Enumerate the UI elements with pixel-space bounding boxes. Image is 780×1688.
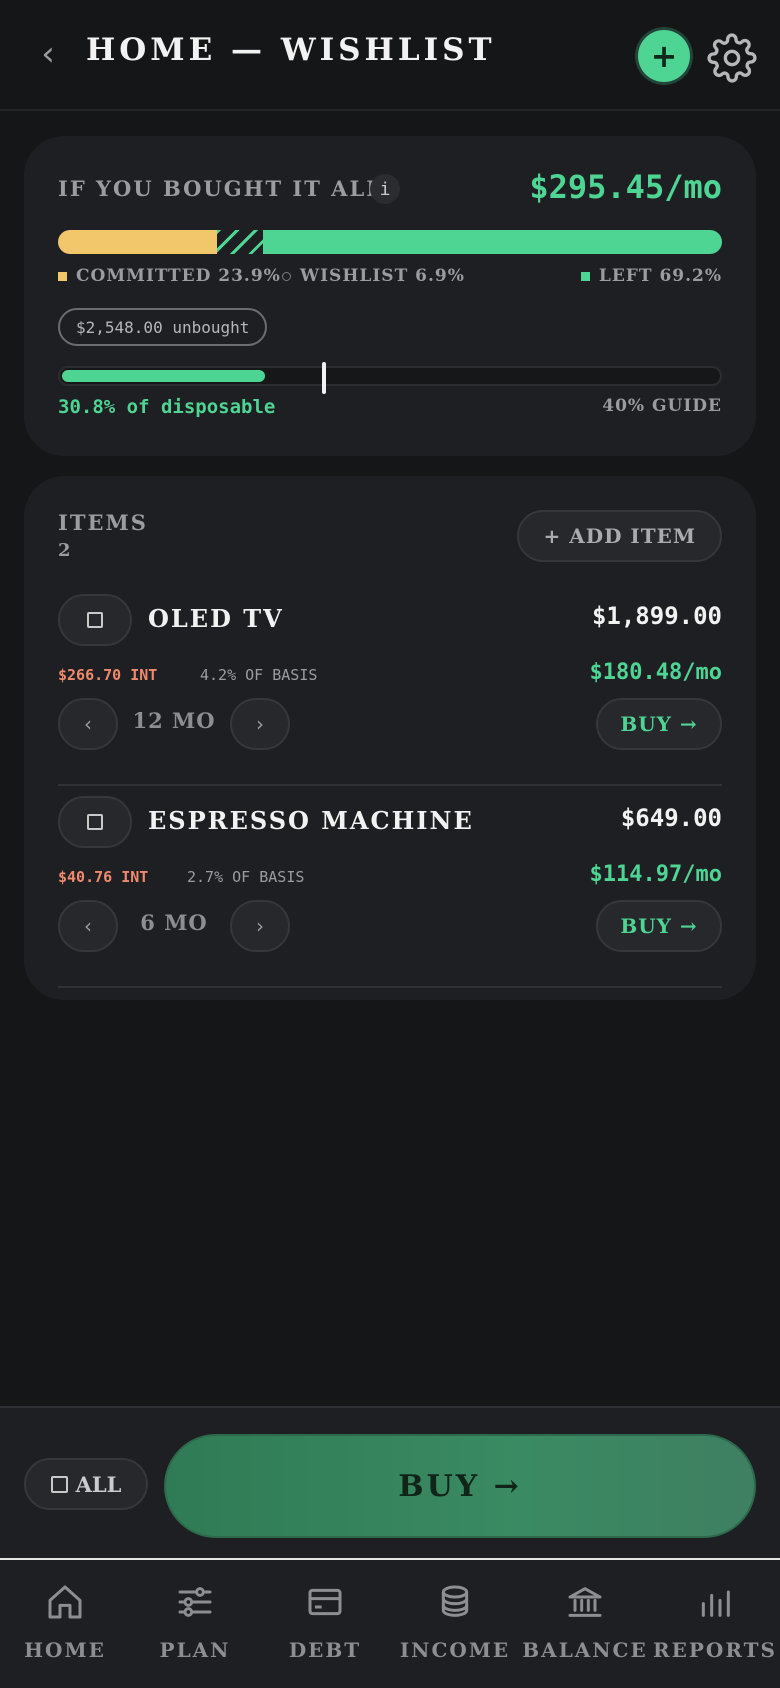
item-price: $1,899.00 [591, 602, 722, 630]
item-price: $649.00 [620, 804, 722, 832]
page-title: HOME — WISHLIST [86, 32, 496, 68]
checkbox-icon [50, 1475, 68, 1493]
tab-reports[interactable]: REPORTS [650, 1560, 780, 1688]
legend-committed-label: COMMITTED 23.9% [76, 266, 281, 286]
card-icon [308, 1588, 342, 1616]
sliders-icon [178, 1587, 212, 1617]
legend-wishlist: WISHLIST 6.9% [282, 266, 465, 286]
select-all-button[interactable]: ALL [24, 1458, 148, 1510]
items-card: ITEMS 2 + ADD ITEM OLED TV $1,899.00 $26… [24, 476, 756, 1000]
tab-home[interactable]: HOME [0, 1560, 130, 1688]
term-increase-button[interactable]: › [230, 698, 290, 750]
item-interest: $266.70 INT [58, 666, 158, 684]
item-term: 12 MO [132, 708, 216, 733]
disposable-percent: 30.8% of disposable [58, 396, 276, 418]
tab-label: HOME [24, 1638, 106, 1662]
bulk-action-bar: ALL BUY → [0, 1406, 780, 1560]
plus-icon: + [650, 37, 678, 75]
item-monthly: $114.97/mo [589, 862, 722, 887]
left-segment [262, 230, 722, 254]
tab-label: INCOME [399, 1638, 511, 1662]
summary-label: IF YOU BOUGHT IT ALL [58, 176, 383, 201]
committed-segment [58, 230, 217, 254]
budget-breakdown-bar [58, 230, 722, 254]
buy-item-button[interactable]: BUY → [596, 900, 722, 952]
chevron-left-icon: ‹ [84, 712, 92, 736]
wishlist-swatch [282, 271, 291, 281]
summary-card: IF YOU BOUGHT IT ALL i $295.45/mo COMMIT… [24, 136, 756, 456]
left-swatch [580, 271, 590, 281]
monthly-total: $295.45/mo [529, 168, 722, 206]
bar-chart-icon [701, 1590, 730, 1617]
item-name: OLED TV [148, 604, 284, 633]
home-icon [48, 1585, 82, 1619]
legend-committed: COMMITTED 23.9% [58, 266, 281, 286]
gear-icon [707, 33, 757, 83]
add-item-button[interactable]: + ADD ITEM [517, 510, 722, 562]
chevron-right-icon: › [256, 914, 264, 938]
item-basis: 4.2% OF BASIS [200, 666, 318, 684]
item-basis: 2.7% OF BASIS [187, 868, 305, 886]
bank-icon [568, 1587, 602, 1617]
tab-balance[interactable]: BALANCE [520, 1560, 650, 1688]
guide-marker [322, 362, 326, 394]
term-decrease-button[interactable]: ‹ [58, 698, 118, 750]
settings-button[interactable] [704, 30, 760, 86]
committed-swatch [58, 271, 67, 281]
bottom-tab-bar: HOME PLAN DEBT INCOME BALANCE REPORTS [0, 1560, 780, 1688]
tab-debt[interactable]: DEBT [260, 1560, 390, 1688]
chevron-left-icon: ‹ [84, 914, 92, 938]
item-interest: $40.76 INT [58, 868, 149, 886]
coins-icon [441, 1585, 469, 1617]
item-monthly: $180.48/mo [589, 660, 722, 685]
disposable-progress-track [58, 362, 722, 394]
info-icon[interactable]: i [370, 174, 400, 204]
app-header: ‹ HOME — WISHLIST + [0, 0, 780, 111]
legend-wishlist-label: WISHLIST 6.9% [300, 266, 465, 286]
tab-income[interactable]: INCOME [390, 1560, 520, 1688]
items-count: 2 [58, 540, 71, 561]
item-term: 6 MO [140, 910, 208, 935]
select-all-label: ALL [75, 1471, 122, 1497]
chevron-right-icon: › [256, 712, 264, 736]
tab-label: BALANCE [522, 1638, 648, 1662]
tab-label: REPORTS [653, 1638, 777, 1662]
checkbox-icon [87, 612, 103, 628]
legend-left: LEFT 69.2% [580, 266, 722, 286]
items-heading: ITEMS [58, 510, 148, 535]
legend-left-label: LEFT 69.2% [598, 266, 722, 286]
list-item: OLED TV $1,899.00 $266.70 INT 4.2% OF BA… [58, 594, 722, 786]
tab-plan[interactable]: PLAN [130, 1560, 260, 1688]
checkbox-icon [87, 814, 103, 830]
term-increase-button[interactable]: › [230, 900, 290, 952]
chevron-left-icon: ‹ [41, 34, 55, 74]
item-select-checkbox[interactable] [58, 594, 132, 646]
guide-label: 40% GUIDE [602, 396, 722, 416]
term-decrease-button[interactable]: ‹ [58, 900, 118, 952]
buy-item-button[interactable]: BUY → [596, 698, 722, 750]
item-name: ESPRESSO MACHINE [148, 806, 474, 835]
disposable-progress-fill [62, 370, 266, 382]
tab-label: PLAN [159, 1638, 231, 1662]
buy-selected-button[interactable]: BUY → [164, 1434, 756, 1538]
item-select-checkbox[interactable] [58, 796, 132, 848]
unbought-badge: $2,548.00 unbought [58, 308, 268, 346]
list-item: ESPRESSO MACHINE $649.00 $40.76 INT 2.7%… [58, 796, 722, 988]
back-button[interactable]: ‹ [30, 34, 66, 74]
add-button[interactable]: + [638, 30, 690, 82]
wishlist-segment [216, 230, 263, 254]
tab-label: DEBT [288, 1638, 362, 1662]
